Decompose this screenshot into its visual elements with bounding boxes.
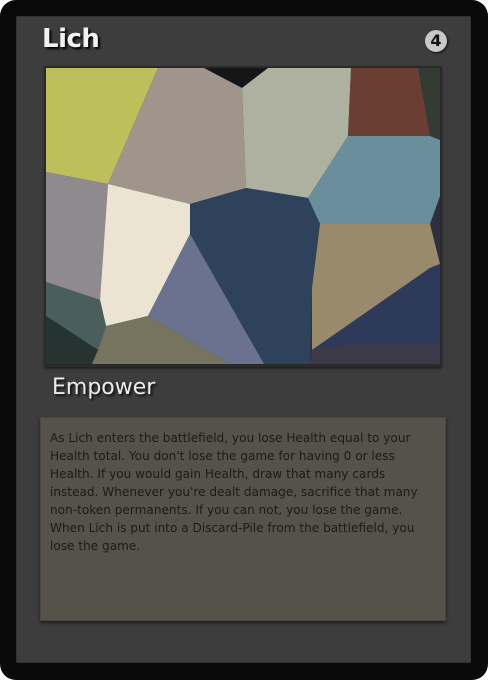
rules-text: As Lich enters the battlefield, you lose…: [50, 431, 418, 553]
card-art-image: [46, 68, 440, 364]
rules-text-box: As Lich enters the battlefield, you lose…: [40, 417, 446, 621]
card-art-frame: [44, 66, 442, 367]
card[interactable]: Lich 4 Empower As Lich enters the battle…: [0, 0, 488, 680]
card-type-line: Empower: [52, 375, 156, 400]
card-name: Lich: [42, 24, 100, 54]
mana-cost-badge: 4: [425, 30, 447, 52]
mana-cost-value: 4: [430, 31, 442, 50]
